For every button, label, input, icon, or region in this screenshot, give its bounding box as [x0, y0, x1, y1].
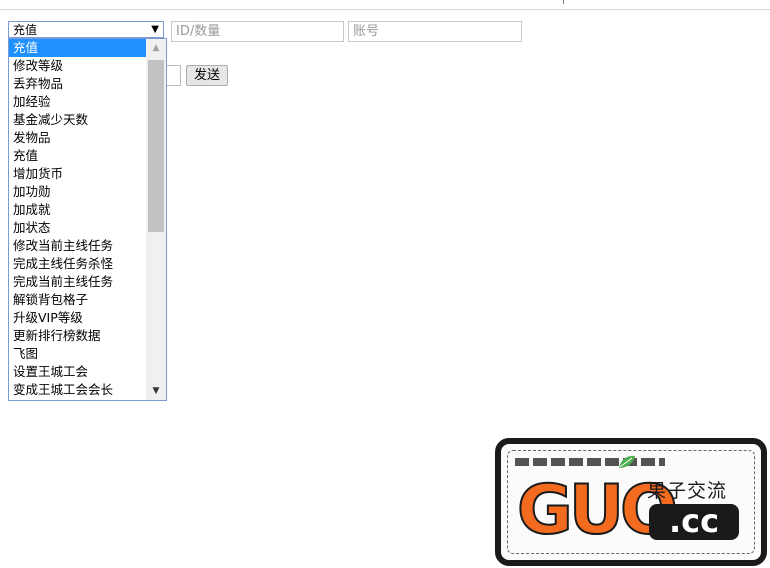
dropdown-option[interactable]: 充值 — [9, 39, 146, 57]
dropdown-option[interactable]: 发物品 — [9, 129, 146, 147]
dropdown-option[interactable]: 加经验 — [9, 93, 146, 111]
scroll-down-arrow-icon[interactable]: ▼ — [146, 382, 166, 400]
dropdown-option[interactable]: 完成主线任务杀怪 — [9, 255, 146, 273]
dropdown-option[interactable]: 完成当前主线任务 — [9, 273, 146, 291]
top-divider — [0, 9, 770, 10]
dropdown-option[interactable]: 解锁背包格子 — [9, 291, 146, 309]
command-type-value: 充值 — [13, 23, 38, 37]
logo-domain-text: .cc — [649, 504, 739, 540]
dropdown-option[interactable]: 设置王城工会 — [9, 363, 146, 381]
chevron-down-icon: ▼ — [151, 24, 159, 35]
scroll-thumb[interactable] — [148, 60, 164, 232]
command-type-select[interactable]: 充值 ▼ — [8, 21, 164, 38]
dropdown-option[interactable]: 加成就 — [9, 201, 146, 219]
command-type-dropdown[interactable]: 充值 修改等级 丢弃物品 加经验 基金减少天数 发物品 充值 增加货币 加功勋 加成就 加状态 修改当… — [8, 38, 167, 401]
dropdown-option[interactable]: 加状态 — [9, 219, 146, 237]
dropdown-option[interactable]: 更新排行榜数据 — [9, 327, 146, 345]
dropdown-option[interactable]: 修改等级 — [9, 57, 146, 75]
guo-cc-watermark-logo: GUO 果子交流 .cc — [495, 438, 767, 566]
dropdown-option[interactable]: 加功勋 — [9, 183, 146, 201]
id-quantity-input[interactable] — [171, 21, 344, 42]
account-input[interactable] — [348, 21, 522, 42]
partially-hidden-input[interactable] — [165, 65, 181, 86]
dropdown-option[interactable]: 飞图 — [9, 345, 146, 363]
dropdown-scrollbar[interactable]: ▲ ▼ — [146, 39, 166, 400]
dropdown-option[interactable]: 增加货币 — [9, 165, 146, 183]
logo-brand-text: GUO — [516, 471, 679, 550]
dropdown-option[interactable]: 丢弃物品 — [9, 75, 146, 93]
logo-decorative-band — [515, 458, 665, 466]
top-edge-mark — [563, 0, 564, 4]
scroll-up-arrow-icon[interactable]: ▲ — [146, 39, 166, 57]
dropdown-option[interactable]: 升级VIP等级 — [9, 309, 146, 327]
dropdown-option[interactable]: 变成王城工会会长 — [9, 381, 146, 399]
send-button[interactable]: 发送 — [186, 65, 229, 86]
leaf-icon — [619, 455, 635, 468]
page: 充值 ▼ 发送 充值修改等级丢弃物品加经验基金减少天数发物品充值增加货币加功勋加… — [0, 0, 770, 568]
dropdown-option[interactable]: 修改当前主线任务 — [9, 237, 146, 255]
dropdown-option[interactable]: 充值 — [9, 147, 146, 165]
dropdown-option[interactable]: 基金减少天数 — [9, 111, 146, 129]
logo-chinese-text: 果子交流 — [647, 480, 728, 502]
dropdown-option-list: 充值 修改等级 丢弃物品 加经验 基金减少天数 发物品 充值 增加货币 加功勋 加成就 加状态 修改当… — [9, 39, 146, 399]
